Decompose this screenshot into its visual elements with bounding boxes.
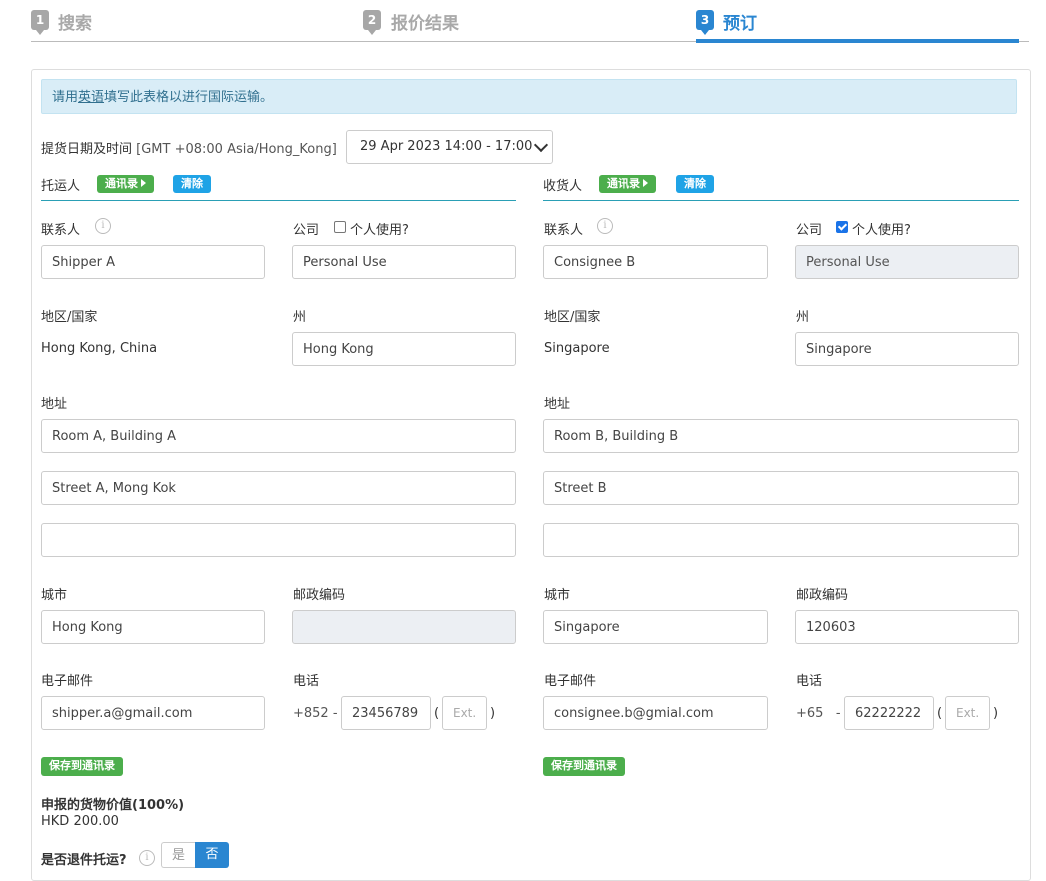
declared-value: HKD 200.00 [41,814,119,829]
consignee-divider [543,200,1019,201]
shipper-company-input[interactable] [292,245,516,279]
stepper-active-bar [696,39,1019,43]
shipper-contact-info-icon[interactable]: i [95,218,111,234]
shipper-phone-label: 电话 [293,674,320,689]
notice-prefix: 请用 [52,90,79,105]
shipper-ext-input[interactable] [442,696,487,730]
consignee-region-value: Singapore [544,341,610,356]
shipper-contact-input[interactable] [41,245,265,279]
consignee-phone-label: 电话 [796,674,823,689]
shipper-personal-label[interactable]: 个人使用? [350,219,409,238]
shipper-email-label: 电子邮件 [41,674,94,689]
shipper-clear-button[interactable]: 清除 [173,175,211,193]
shipper-region-label: 地区/国家 [41,310,98,325]
consignee-city-input[interactable] [543,610,768,644]
step-1-label[interactable]: 搜索 [58,9,92,34]
pickup-label: 提货日期及时间 [GMT +08:00 Asia/Hong_Kong] [41,138,337,157]
consignee-company-label: 公司 [796,223,823,238]
consignee-personal-checkbox[interactable] [836,221,848,233]
consignee-address-line3[interactable] [543,523,1019,557]
shipper-region-value: Hong Kong, China [41,341,158,356]
shipper-personal-checkbox[interactable] [334,221,346,233]
consignee-phone-input[interactable] [844,696,934,730]
caret-right-icon [141,179,146,187]
consignee-address-book-label: 通讯录 [607,177,640,190]
shipper-city-label: 城市 [41,588,68,603]
step-2-number: 2 [363,10,381,35]
consignee-address-line2[interactable] [543,471,1019,505]
shipper-address-book-button[interactable]: 通讯录 [97,175,154,193]
return-shipment-label: 是否退件托运? [41,853,127,868]
shipper-email-input[interactable] [41,696,265,730]
shipper-address-label: 地址 [41,397,68,412]
consignee-state-input[interactable] [795,332,1019,366]
shipper-address-line3[interactable] [41,523,516,557]
notice-english-link[interactable]: 英语 [78,90,104,105]
consignee-phone-code: +65 - [796,706,841,721]
consignee-clear-button[interactable]: 清除 [676,175,714,193]
return-no-button[interactable]: 否 [195,842,229,868]
consignee-region-label: 地区/国家 [544,310,601,325]
caret-right-icon [643,179,648,187]
consignee-ext-close-paren: ) [993,706,999,721]
consignee-address-line1[interactable] [543,419,1019,453]
shipper-city-input[interactable] [41,610,265,644]
shipper-phone-code: +852 - [293,706,338,721]
pickup-timezone: [GMT +08:00 Asia/Hong_Kong] [136,142,337,157]
shipper-address-line2[interactable] [41,471,516,505]
consignee-postal-label: 邮政编码 [796,588,849,603]
consignee-ext-input[interactable] [945,696,990,730]
shipper-contact-label: 联系人 [41,223,81,238]
consignee-email-input[interactable] [543,696,768,730]
shipper-ext-close-paren: ) [490,706,496,721]
consignee-email-label: 电子邮件 [544,674,597,689]
shipper-save-button[interactable]: 保存到通讯录 [41,757,123,776]
shipper-divider [41,200,516,201]
consignee-state-label: 州 [796,310,810,325]
consignee-title: 收货人 [543,179,583,194]
consignee-city-label: 城市 [544,588,571,603]
declared-value-label: 申报的货物价值(100%) [41,798,185,813]
shipper-state-input[interactable] [292,332,516,366]
pickup-selected-value: 29 Apr 2023 14:00 - 17:00 [360,139,533,154]
step-3-label[interactable]: 预订 [723,9,757,34]
pickup-time-select[interactable]: 29 Apr 2023 14:00 - 17:00 [346,130,553,164]
consignee-address-book-button[interactable]: 通讯录 [599,175,656,193]
shipper-address-book-label: 通讯录 [105,177,138,190]
notice-suffix: 填写此表格以进行国际运输。 [104,90,274,105]
return-yes-button[interactable]: 是 [161,842,195,868]
consignee-postal-input[interactable] [795,610,1019,644]
step-2-label[interactable]: 报价结果 [391,9,459,34]
shipper-phone-code-text: +852 [293,706,329,721]
shipper-postal-input [292,610,516,644]
shipper-ext-open-paren: ( [434,706,440,721]
shipper-postal-label: 邮政编码 [293,588,346,603]
shipper-state-label: 州 [293,310,307,325]
english-notice: 请用英语填写此表格以进行国际运输。 [41,79,1017,114]
step-3-number: 3 [696,10,714,35]
pickup-label-text: 提货日期及时间 [41,142,133,157]
consignee-contact-input[interactable] [543,245,768,279]
consignee-save-button[interactable]: 保存到通讯录 [543,757,625,776]
shipper-company-label: 公司 [293,223,320,238]
consignee-personal-label[interactable]: 个人使用? [852,219,911,238]
shipper-title: 托运人 [41,179,81,194]
chevron-down-icon [533,137,549,153]
step-1-number: 1 [31,10,49,35]
consignee-phone-code-text: +65 [796,706,824,721]
consignee-company-input [795,245,1019,279]
consignee-address-label: 地址 [544,397,571,412]
shipper-address-line1[interactable] [41,419,516,453]
consignee-ext-open-paren: ( [937,706,943,721]
shipper-phone-input[interactable] [341,696,431,730]
consignee-contact-label: 联系人 [544,223,584,238]
consignee-contact-info-icon[interactable]: i [597,218,613,234]
